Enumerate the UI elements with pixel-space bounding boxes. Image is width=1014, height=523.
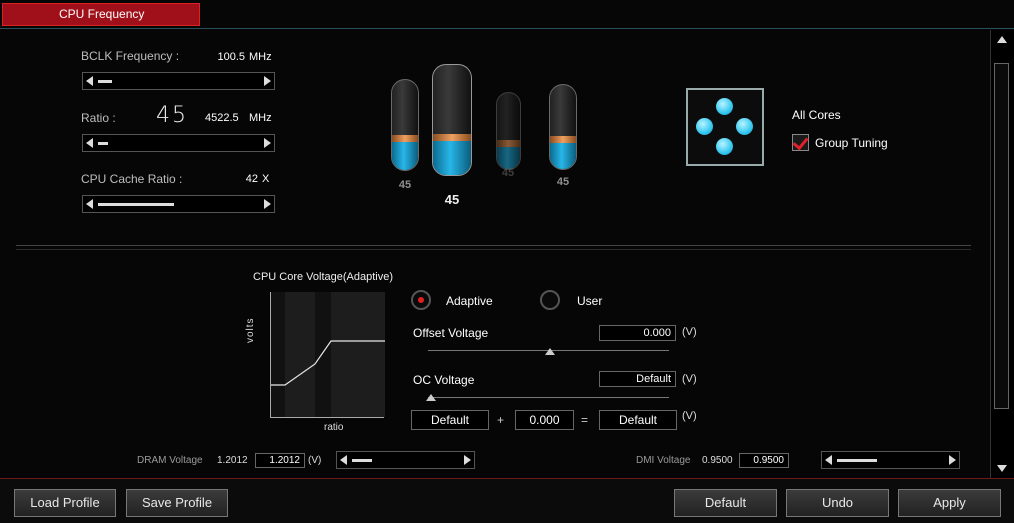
oc-voltage-slider[interactable]	[428, 397, 669, 398]
user-label[interactable]: User	[577, 294, 602, 308]
offset-voltage-thumb[interactable]	[545, 348, 555, 355]
core-tube-2[interactable]	[432, 64, 472, 176]
offset-voltage-label: Offset Voltage	[413, 326, 489, 340]
core-selector[interactable]	[686, 88, 764, 166]
slider-right-arrow-icon[interactable]	[464, 455, 471, 465]
tube-band	[550, 136, 576, 143]
cache-ratio-unit: X	[262, 173, 270, 185]
ratio-unit: MHz	[249, 112, 272, 124]
dmi-voltage-current: 0.9500	[702, 455, 733, 466]
apply-button[interactable]: Apply	[898, 489, 1001, 517]
core-tube-2-label: 45	[444, 192, 460, 207]
tube-liquid	[550, 141, 576, 169]
ratio-slider[interactable]	[82, 134, 275, 152]
dram-slider-thumb[interactable]	[352, 459, 372, 462]
voltage-chart	[270, 292, 385, 418]
cache-slider-thumb[interactable]	[98, 203, 174, 206]
tab-cpu-frequency[interactable]: CPU Frequency	[2, 3, 200, 26]
adaptive-radio[interactable]	[411, 290, 431, 310]
core-tube-4[interactable]	[549, 84, 577, 170]
slider-left-arrow-icon[interactable]	[86, 138, 93, 148]
core-dot-right-icon[interactable]	[736, 118, 753, 135]
tube-liquid	[433, 139, 471, 175]
core-tube-1[interactable]	[391, 79, 419, 171]
core-tube-1-label: 45	[398, 179, 412, 191]
voltage-curve	[271, 292, 385, 417]
bclk-label: BCLK Frequency :	[81, 49, 180, 63]
dram-voltage-unit: (V)	[308, 455, 322, 466]
tube-liquid	[497, 145, 520, 169]
slider-left-arrow-icon[interactable]	[340, 455, 347, 465]
sum-offset-field[interactable]: 0.000	[515, 410, 574, 430]
bclk-unit: MHz	[249, 51, 272, 63]
dram-voltage-slider[interactable]	[336, 451, 475, 469]
chart-x-label: ratio	[324, 422, 344, 433]
dmi-voltage-slider[interactable]	[821, 451, 960, 469]
core-tube-4-label: 45	[556, 176, 570, 188]
voltage-title: CPU Core Voltage(Adaptive)	[253, 271, 394, 283]
user-radio[interactable]	[540, 290, 560, 310]
dram-voltage-label: DRAM Voltage	[137, 455, 203, 466]
core-tube-3[interactable]	[496, 92, 521, 170]
slider-left-arrow-icon[interactable]	[86, 199, 93, 209]
group-tuning-checkbox[interactable]	[792, 134, 809, 151]
sum-result-field[interactable]: Default	[599, 410, 677, 430]
equals-sign: =	[581, 413, 589, 427]
scrollbar-thumb[interactable]	[994, 63, 1009, 409]
dmi-voltage-field[interactable]: 0.9500	[739, 453, 789, 468]
bclk-value: 100.5	[217, 51, 245, 63]
vertical-scrollbar[interactable]	[990, 30, 1014, 478]
sum-unit: (V)	[682, 410, 697, 422]
slider-right-arrow-icon[interactable]	[264, 199, 271, 209]
bclk-slider-thumb[interactable]	[98, 80, 112, 83]
adaptive-label[interactable]: Adaptive	[446, 294, 493, 308]
dram-voltage-field[interactable]: 1.2012	[255, 453, 305, 468]
oc-voltage-label: OC Voltage	[413, 373, 475, 387]
top-divider	[0, 28, 1014, 29]
tube-liquid	[392, 140, 418, 170]
core-tube-3-label: 45	[501, 167, 515, 179]
undo-button[interactable]: Undo	[786, 489, 889, 517]
tube-band	[392, 135, 418, 142]
core-dot-bottom-icon[interactable]	[716, 138, 733, 155]
offset-voltage-unit: (V)	[682, 326, 697, 338]
sum-base-field[interactable]: Default	[411, 410, 489, 430]
section-divider-shadow	[16, 249, 971, 250]
ratio-label: Ratio :	[81, 111, 116, 125]
slider-left-arrow-icon[interactable]	[86, 76, 93, 86]
group-tuning-label[interactable]: Group Tuning	[815, 136, 888, 150]
core-dot-left-icon[interactable]	[696, 118, 713, 135]
cache-ratio-value: 42	[245, 173, 258, 185]
dram-voltage-current: 1.2012	[217, 455, 248, 466]
ratio-freq-value: 4522.5	[205, 112, 239, 124]
tube-band	[497, 140, 520, 147]
save-profile-button[interactable]: Save Profile	[126, 489, 228, 517]
dmi-voltage-label: DMI Voltage	[636, 455, 691, 466]
ratio-big-number: 45	[156, 103, 188, 128]
slider-left-arrow-icon[interactable]	[825, 455, 832, 465]
cache-ratio-slider[interactable]	[82, 195, 275, 213]
plus-sign: +	[497, 413, 505, 427]
scroll-down-icon[interactable]	[997, 465, 1007, 472]
load-profile-button[interactable]: Load Profile	[14, 489, 116, 517]
default-button[interactable]: Default	[674, 489, 777, 517]
cache-ratio-label: CPU Cache Ratio :	[81, 172, 183, 186]
slider-right-arrow-icon[interactable]	[949, 455, 956, 465]
slider-right-arrow-icon[interactable]	[264, 138, 271, 148]
tube-band	[433, 134, 471, 141]
all-cores-label: All Cores	[792, 108, 841, 122]
oc-voltage-thumb[interactable]	[426, 394, 436, 401]
dmi-slider-thumb[interactable]	[837, 459, 877, 462]
ratio-slider-thumb[interactable]	[98, 142, 108, 145]
oc-voltage-unit: (V)	[682, 373, 697, 385]
bclk-slider[interactable]	[82, 72, 275, 90]
slider-right-arrow-icon[interactable]	[264, 76, 271, 86]
section-divider	[16, 245, 971, 246]
oc-voltage-field[interactable]: Default	[599, 371, 676, 387]
scroll-up-icon[interactable]	[997, 36, 1007, 43]
core-dot-top-icon[interactable]	[716, 98, 733, 115]
chart-y-label: volts	[245, 317, 256, 343]
offset-voltage-field[interactable]: 0.000	[599, 325, 676, 341]
